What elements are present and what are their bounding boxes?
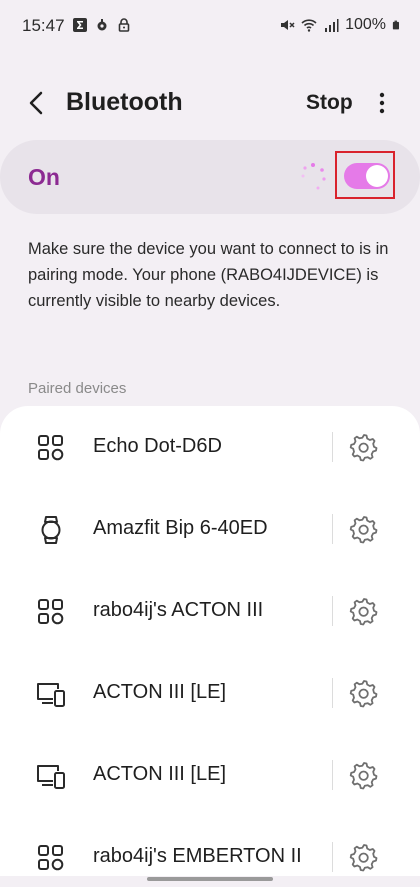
gear-icon[interactable]	[349, 678, 379, 708]
paired-devices-label: Paired devices	[28, 380, 127, 397]
wifi-icon	[301, 19, 317, 32]
row-divider	[332, 678, 333, 708]
row-divider	[332, 842, 333, 872]
apps-grid-icon	[38, 435, 64, 461]
back-arrow-icon[interactable]	[22, 88, 52, 118]
gear-icon[interactable]	[349, 596, 379, 626]
device-name: rabo4ij's ACTON III	[93, 599, 264, 621]
device-name: ACTON III [LE]	[93, 763, 226, 785]
gear-icon[interactable]	[349, 842, 379, 872]
lock-notification-icon	[118, 18, 130, 32]
row-divider	[332, 514, 333, 544]
device-name: ACTON III [LE]	[93, 681, 226, 703]
row-divider	[332, 596, 333, 626]
toggle-knob	[366, 165, 388, 187]
app-header: Bluetooth Stop	[0, 80, 420, 128]
gear-icon[interactable]	[349, 432, 379, 462]
apps-grid-icon	[38, 599, 64, 625]
status-time: 15:47	[22, 16, 65, 35]
device-name: Amazfit Bip 6-40ED	[93, 517, 268, 539]
watch-icon	[41, 516, 61, 544]
bluetooth-state-label: On	[28, 164, 60, 190]
paired-devices-list: Echo Dot-D6D Amazfit Bip 6-40ED rabo4ij'…	[0, 406, 420, 876]
apps-grid-icon	[38, 845, 64, 871]
battery-icon	[392, 20, 399, 30]
battery-percent: 100%	[345, 16, 386, 33]
page-title: Bluetooth	[66, 88, 183, 116]
monitor-phone-icon	[37, 765, 65, 789]
device-name: rabo4ij's EMBERTON II	[93, 845, 302, 867]
device-row[interactable]: Amazfit Bip 6-40ED	[0, 488, 420, 570]
stop-button[interactable]: Stop	[306, 91, 353, 115]
more-options-icon[interactable]	[372, 88, 392, 118]
device-row[interactable]: ACTON III [LE]	[0, 734, 420, 816]
sigma-notification-icon	[73, 18, 87, 32]
monitor-phone-icon	[37, 683, 65, 707]
row-divider	[332, 432, 333, 462]
gear-icon[interactable]	[349, 760, 379, 790]
pairing-description: Make sure the device you want to connect…	[28, 240, 389, 310]
device-row[interactable]: rabo4ij's EMBERTON II	[0, 816, 420, 876]
signal-icon	[325, 19, 339, 32]
scanning-spinner-icon	[301, 163, 326, 190]
home-indicator[interactable]	[147, 877, 273, 881]
device-name: Echo Dot-D6D	[93, 435, 222, 457]
gear-notification-icon	[97, 19, 107, 31]
status-right-icons: 100%	[279, 16, 402, 34]
bluetooth-toggle-bar[interactable]: On	[0, 140, 420, 214]
gear-icon[interactable]	[349, 514, 379, 544]
mute-icon	[281, 20, 295, 30]
device-row[interactable]: Echo Dot-D6D	[0, 406, 420, 488]
device-row[interactable]: ACTON III [LE]	[0, 652, 420, 734]
status-left-icons	[72, 17, 132, 33]
status-bar: 15:47 100%	[0, 0, 420, 56]
device-row[interactable]: rabo4ij's ACTON III	[0, 570, 420, 652]
bluetooth-toggle-switch[interactable]	[344, 163, 390, 189]
row-divider	[332, 760, 333, 790]
